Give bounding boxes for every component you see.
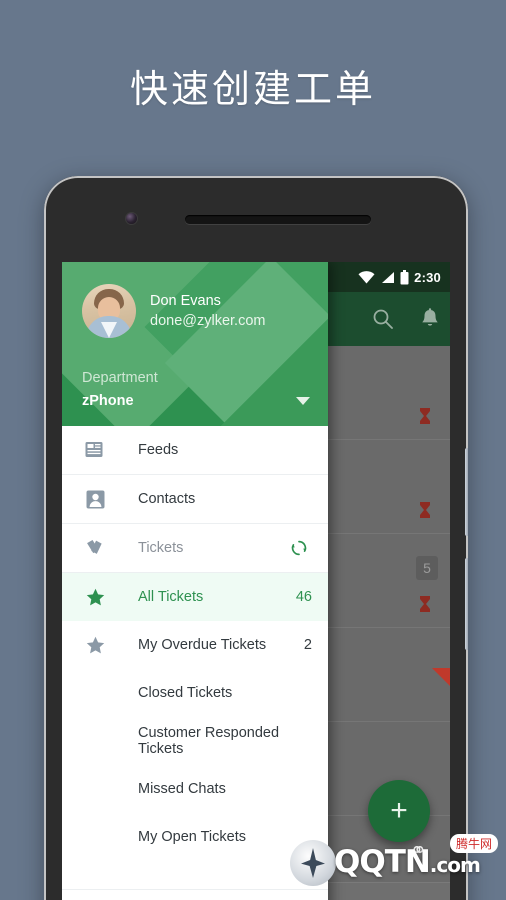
sidebar-item-my-open-tickets[interactable]: My Open Tickets bbox=[62, 813, 328, 861]
navigation-drawer: Don Evans done@zylker.com Department zPh… bbox=[62, 262, 328, 900]
department-label: Department bbox=[82, 370, 158, 386]
sidebar-item-count: 46 bbox=[295, 589, 312, 605]
sidebar-item-closed-tickets[interactable]: Closed Tickets bbox=[62, 669, 328, 717]
sidebar-item-label: Customer Responded Tickets bbox=[138, 725, 280, 757]
wifi-icon bbox=[358, 270, 375, 283]
star-icon bbox=[82, 636, 108, 655]
sidebar-item-label: Contacts bbox=[138, 491, 196, 507]
watermark-logo-icon bbox=[290, 840, 336, 886]
sidebar-item-all-tickets[interactable]: All Tickets 46 bbox=[62, 573, 328, 621]
watermark-suffix: .com bbox=[429, 853, 481, 877]
priority-flag-high bbox=[432, 668, 450, 686]
star-icon bbox=[82, 588, 108, 607]
avatar[interactable] bbox=[82, 284, 136, 338]
earpiece-speaker bbox=[185, 215, 371, 224]
status-badge: 5 bbox=[416, 556, 438, 580]
sidebar-item-feeds[interactable]: Feeds bbox=[62, 426, 328, 474]
feeds-icon bbox=[82, 441, 108, 459]
add-icon: + bbox=[390, 794, 408, 827]
drawer-menu: Feeds Contacts Tickets All Tickets 46 My… bbox=[62, 426, 328, 861]
phone-device: 2:30 ! bbox=[44, 176, 468, 900]
status-bar-clock: 2:30 bbox=[414, 269, 441, 285]
cellular-signal-icon bbox=[382, 271, 395, 283]
sidebar-section-tickets[interactable]: Tickets bbox=[62, 524, 328, 572]
drawer-footer: Settings bbox=[62, 889, 328, 900]
sidebar-item-my-overdue-tickets[interactable]: My Overdue Tickets 2 bbox=[62, 621, 328, 669]
department-value: zPhone bbox=[82, 393, 134, 409]
sidebar-item-label: Missed Chats bbox=[138, 781, 226, 797]
sidebar-item-settings[interactable]: Settings bbox=[62, 890, 328, 900]
user-email: done@zylker.com bbox=[150, 313, 266, 329]
hourglass-icon bbox=[420, 408, 430, 424]
user-name: Don Evans bbox=[150, 293, 221, 309]
sidebar-item-label: All Tickets bbox=[138, 589, 204, 605]
add-ticket-fab[interactable]: + bbox=[368, 780, 430, 842]
search-icon[interactable] bbox=[372, 308, 394, 330]
sidebar-item-label: Closed Tickets bbox=[138, 685, 233, 701]
phone-screen: 2:30 ! bbox=[62, 262, 450, 900]
power-button[interactable] bbox=[465, 558, 468, 650]
hourglass-icon bbox=[420, 502, 430, 518]
watermark: ⚭ QQTN.com 腾牛网 bbox=[290, 834, 500, 890]
sidebar-item-label: Tickets bbox=[138, 540, 184, 556]
sidebar-item-label: My Open Tickets bbox=[138, 829, 246, 845]
sidebar-item-missed-chats[interactable]: Missed Chats bbox=[62, 765, 328, 813]
chevron-down-icon[interactable] bbox=[296, 397, 310, 405]
contacts-icon bbox=[82, 490, 108, 509]
sidebar-item-contacts[interactable]: Contacts bbox=[62, 475, 328, 523]
watermark-badge: 腾牛网 bbox=[449, 834, 498, 853]
hourglass-icon bbox=[420, 596, 430, 612]
sidebar-item-customer-responded-tickets[interactable]: Customer Responded Tickets bbox=[62, 717, 328, 765]
sidebar-item-count: 2 bbox=[303, 637, 312, 653]
promo-headline: 快速创建工单 bbox=[129, 66, 376, 111]
sidebar-item-label: My Overdue Tickets bbox=[138, 637, 267, 653]
tickets-icon bbox=[82, 539, 108, 558]
watermark-brand: QQTN bbox=[334, 844, 431, 880]
front-camera-icon bbox=[126, 213, 137, 224]
volume-button[interactable] bbox=[465, 448, 468, 536]
refresh-icon[interactable] bbox=[286, 539, 312, 557]
battery-icon bbox=[400, 269, 409, 284]
drawer-header: Don Evans done@zylker.com Department zPh… bbox=[62, 262, 328, 426]
bell-icon[interactable] bbox=[420, 308, 440, 330]
sidebar-item-label: Feeds bbox=[138, 442, 179, 458]
